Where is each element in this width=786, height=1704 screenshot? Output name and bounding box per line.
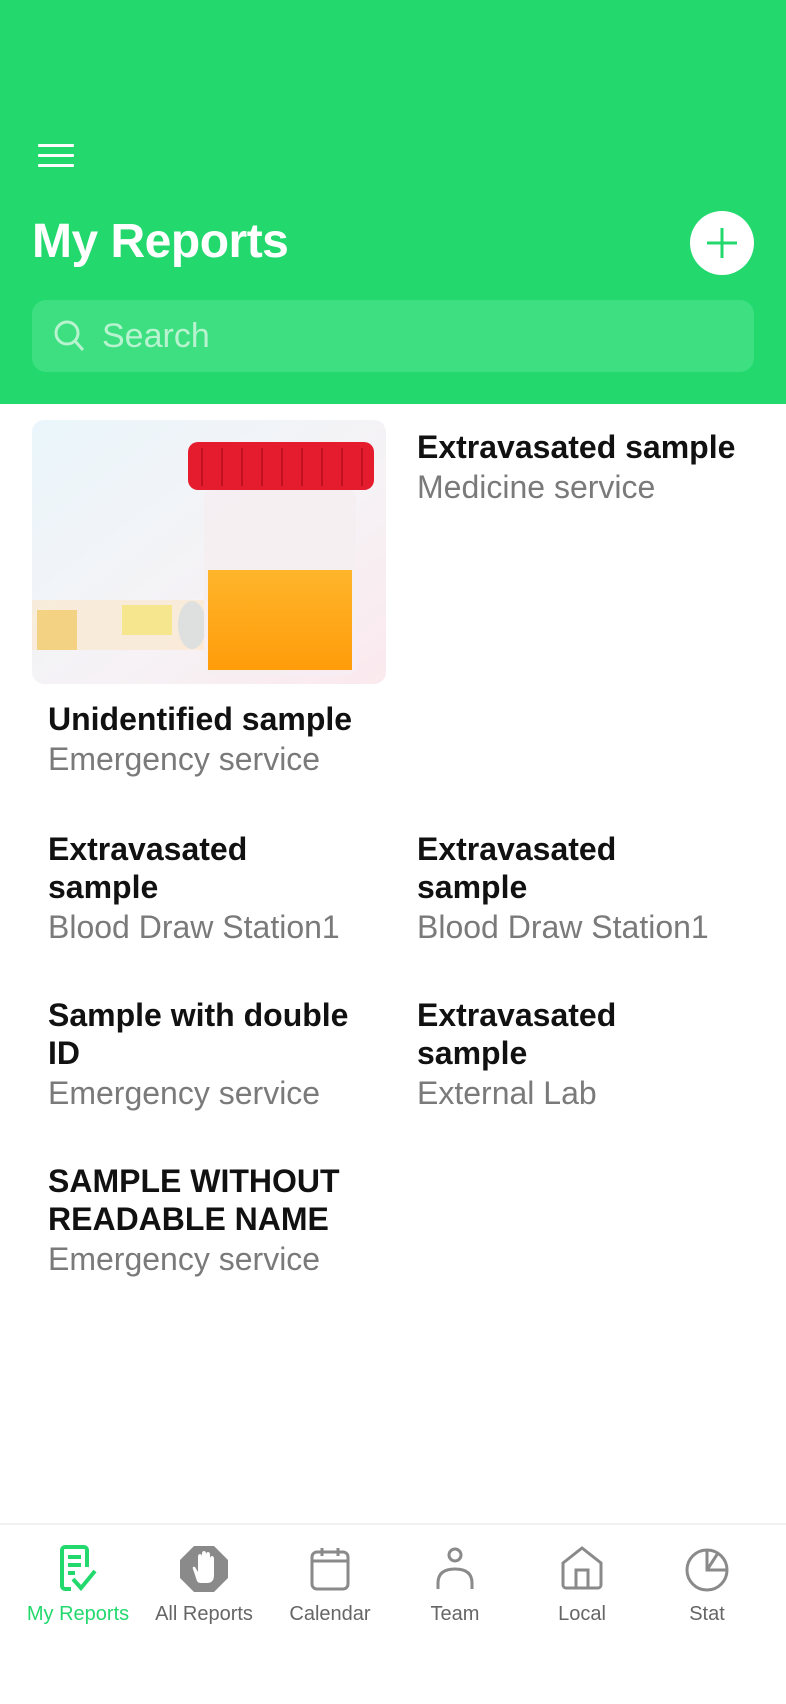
menu-button[interactable] bbox=[36, 140, 76, 172]
nav-label: Stat bbox=[689, 1603, 725, 1625]
page-title: My Reports bbox=[32, 215, 289, 268]
nav-label: Local bbox=[558, 1603, 606, 1625]
report-name: Extravasated sample bbox=[417, 997, 617, 1071]
report-card[interactable]: Extravasated sample External Lab bbox=[417, 996, 677, 1114]
search-icon bbox=[54, 320, 85, 351]
nav-label: All Reports bbox=[155, 1603, 253, 1625]
nav-team[interactable]: Team bbox=[392, 1545, 518, 1655]
hamburger-icon-line bbox=[38, 164, 74, 167]
report-name: Extravasated sample bbox=[417, 429, 736, 465]
report-name: Sample with double ID bbox=[48, 997, 349, 1071]
report-name: Extravasated sample bbox=[48, 831, 248, 905]
search-input[interactable] bbox=[102, 300, 732, 372]
report-card[interactable]: Extravasated sample Blood Draw Station1 bbox=[417, 830, 709, 948]
search-bar bbox=[32, 300, 754, 372]
report-service: Emergency service bbox=[48, 741, 321, 777]
sample-cup-image bbox=[32, 420, 386, 684]
report-service: External Lab bbox=[417, 1075, 597, 1111]
nav-label: Team bbox=[430, 1603, 480, 1625]
hamburger-icon-line bbox=[38, 154, 74, 157]
calendar-icon bbox=[310, 1548, 350, 1591]
add-report-button[interactable] bbox=[690, 211, 754, 275]
bottom-nav: My Reports All Reports Calendar Team Loc… bbox=[0, 1523, 786, 1704]
report-card[interactable]: Sample with double ID Emergency service bbox=[48, 996, 368, 1114]
report-card[interactable]: Extravasated sample Medicine service bbox=[417, 428, 757, 508]
nav-calendar[interactable]: Calendar bbox=[267, 1545, 393, 1655]
app-header: My Reports bbox=[0, 0, 786, 404]
home-icon bbox=[561, 1546, 603, 1590]
person-icon bbox=[436, 1547, 474, 1589]
nav-label: Calendar bbox=[289, 1603, 371, 1625]
hamburger-icon-line bbox=[38, 144, 74, 147]
report-name: Unidentified sample bbox=[48, 701, 353, 737]
nav-my-reports[interactable]: My Reports bbox=[15, 1545, 141, 1655]
stop-hand-icon bbox=[180, 1546, 228, 1592]
nav-label: My Reports bbox=[26, 1603, 130, 1625]
report-check-icon bbox=[60, 1545, 97, 1592]
nav-local[interactable]: Local bbox=[519, 1545, 645, 1655]
report-name: Extravasated sample bbox=[417, 831, 617, 905]
nav-all-reports[interactable]: All Reports bbox=[141, 1545, 267, 1655]
report-service: Blood Draw Station1 bbox=[48, 909, 340, 945]
report-name: SAMPLE WITHOUT READABLE NAME bbox=[48, 1163, 340, 1237]
pie-chart-icon bbox=[685, 1548, 729, 1592]
nav-stat[interactable]: Stat bbox=[644, 1545, 770, 1655]
report-service: Emergency service bbox=[48, 1075, 321, 1111]
report-card[interactable]: Unidentified sample Emergency service bbox=[48, 700, 388, 780]
report-card[interactable]: SAMPLE WITHOUT READABLE NAME Emergency s… bbox=[48, 1162, 368, 1280]
plus-icon bbox=[707, 228, 737, 258]
report-card[interactable]: Extravasated sample Blood Draw Station1 bbox=[48, 830, 340, 948]
report-service: Emergency service bbox=[48, 1241, 321, 1277]
report-service: Medicine service bbox=[417, 469, 656, 505]
report-service: Blood Draw Station1 bbox=[417, 909, 709, 945]
report-thumbnail[interactable] bbox=[32, 420, 386, 684]
